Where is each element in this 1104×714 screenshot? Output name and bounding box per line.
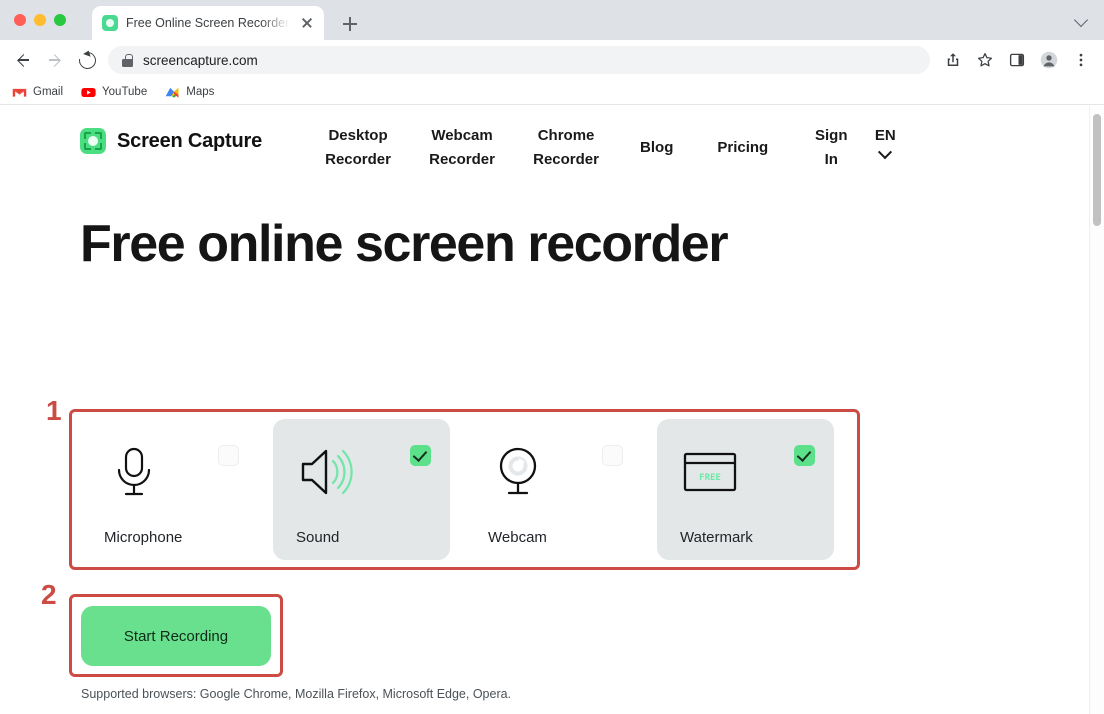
nav-line-2: Recorder	[325, 151, 391, 168]
tab-strip: Free Online Screen Recorder |	[0, 0, 1104, 40]
address-bar[interactable]: screencapture.com	[108, 46, 930, 74]
minimize-window-button[interactable]	[34, 14, 46, 26]
microphone-icon	[117, 447, 151, 496]
maps-icon	[165, 87, 179, 98]
bookmark-star-icon	[977, 52, 993, 67]
option-label: Webcam	[488, 529, 547, 546]
watermark-free-badge: FREE	[699, 473, 721, 483]
page-title: Free online screen recorder	[80, 215, 729, 273]
chevron-down-icon	[880, 150, 891, 161]
option-card-sound[interactable]: Sound	[273, 419, 450, 560]
nav-sign-in[interactable]: Sign In	[804, 122, 858, 174]
start-recording-button[interactable]: Start Recording	[81, 606, 271, 666]
bookmark-gmail[interactable]: Gmail	[12, 86, 63, 99]
option-card-watermark[interactable]: FREE Watermark	[657, 419, 834, 560]
bookmark-label: Maps	[186, 86, 215, 98]
close-tab-icon[interactable]	[298, 14, 316, 32]
forward-button[interactable]	[40, 45, 70, 75]
forward-arrow-icon	[47, 52, 63, 68]
option-card-webcam[interactable]: Webcam	[465, 419, 642, 560]
option-card-microphone[interactable]: Microphone	[81, 419, 258, 560]
more-menu-button[interactable]	[1066, 45, 1096, 75]
share-icon	[947, 53, 959, 66]
browser-tab[interactable]: Free Online Screen Recorder |	[92, 6, 324, 40]
nav-chrome-recorder[interactable]: Chrome Recorder	[514, 122, 618, 174]
profile-avatar-icon	[1040, 51, 1058, 69]
nav-desktop-recorder[interactable]: Desktop Recorder	[306, 122, 410, 174]
browser-toolbar: screencapture.com	[0, 40, 1104, 80]
nav-line-1: Chrome	[537, 127, 595, 144]
annotation-number-2: 2	[41, 579, 57, 610]
option-checkbox-microphone[interactable]	[218, 445, 239, 466]
option-checkbox-webcam[interactable]	[602, 445, 623, 466]
profile-button[interactable]	[1034, 45, 1064, 75]
page-viewport: Screen Capture Desktop Recorder Webcam R…	[0, 106, 1104, 714]
youtube-icon	[81, 87, 96, 97]
back-button[interactable]	[8, 45, 38, 75]
share-button[interactable]	[938, 45, 968, 75]
options-row: Microphone Sound Webcam FREE Watermark	[81, 419, 849, 560]
scrollbar-thumb[interactable]	[1093, 114, 1101, 226]
nav-line-1: Desktop	[328, 127, 388, 144]
close-window-button[interactable]	[14, 14, 26, 26]
nav-line-1: Webcam	[431, 127, 493, 144]
back-arrow-icon	[15, 52, 31, 68]
bookmark-label: YouTube	[102, 86, 148, 98]
nav-pricing[interactable]: Pricing	[695, 134, 790, 162]
main-navigation: Desktop Recorder Webcam Recorder Chrome …	[306, 122, 912, 174]
window-controls	[14, 14, 66, 26]
nav-line-2: Recorder	[429, 151, 495, 168]
page-scrollbar[interactable]	[1089, 106, 1104, 714]
page-content: Screen Capture Desktop Recorder Webcam R…	[0, 106, 1089, 714]
annotation-number-1: 1	[46, 395, 62, 426]
nav-line-2: Recorder	[533, 151, 599, 168]
bookmarks-bar: Gmail YouTube Maps	[0, 80, 1104, 105]
nav-webcam-recorder[interactable]: Webcam Recorder	[410, 122, 514, 174]
reload-button[interactable]	[72, 45, 102, 75]
screen-capture-logo-icon	[80, 128, 106, 154]
gmail-icon	[12, 88, 27, 97]
tab-search-chevron-down-icon[interactable]	[1076, 14, 1088, 26]
url-text: screencapture.com	[143, 52, 258, 68]
tab-title: Free Online Screen Recorder |	[126, 16, 290, 30]
browser-window: Free Online Screen Recorder | screencapt…	[0, 0, 1104, 714]
option-label: Microphone	[104, 529, 183, 546]
bookmark-maps[interactable]: Maps	[165, 86, 214, 99]
speaker-icon	[301, 449, 353, 495]
brand-name: Screen Capture	[117, 129, 263, 152]
maximize-window-button[interactable]	[54, 14, 66, 26]
more-menu-icon	[1079, 53, 1083, 67]
sign-in-line-2: In	[824, 151, 838, 168]
supported-browsers-text: Supported browsers: Google Chrome, Mozil…	[81, 687, 512, 701]
language-selector[interactable]: EN	[858, 122, 912, 163]
screen-capture-favicon	[102, 15, 118, 31]
option-label: Sound	[296, 529, 340, 546]
new-tab-button[interactable]	[338, 12, 362, 36]
bookmark-youtube[interactable]: YouTube	[81, 86, 147, 99]
site-header: Screen Capture Desktop Recorder Webcam R…	[0, 106, 1089, 174]
side-panel-button[interactable]	[1002, 45, 1032, 75]
bookmark-label: Gmail	[33, 86, 64, 98]
option-checkbox-watermark[interactable]	[794, 445, 815, 466]
nav-blog[interactable]: Blog	[618, 134, 695, 162]
sign-in-line-1: Sign	[814, 127, 848, 144]
option-checkbox-sound[interactable]	[410, 445, 431, 466]
option-label: Watermark	[680, 529, 753, 546]
reload-icon	[75, 48, 99, 72]
brand-logo[interactable]: Screen Capture	[80, 128, 262, 154]
side-panel-icon	[1009, 53, 1025, 67]
bookmark-button[interactable]	[970, 45, 1000, 75]
webcam-icon	[499, 447, 537, 495]
watermark-window-icon: FREE	[683, 452, 737, 492]
lock-icon	[122, 53, 133, 67]
